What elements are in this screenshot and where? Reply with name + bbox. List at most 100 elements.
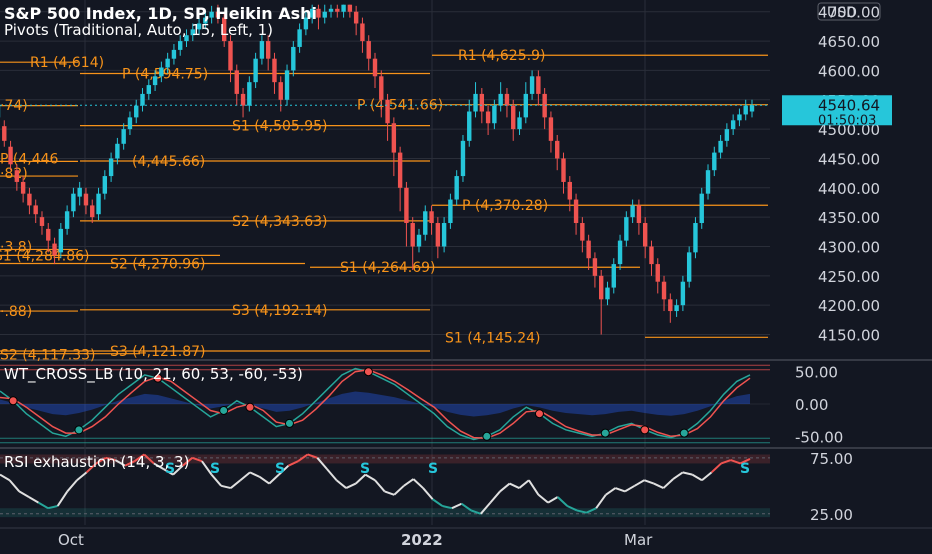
candle-body[interactable] — [291, 47, 295, 70]
candle-body[interactable] — [480, 94, 484, 112]
candle-body[interactable] — [241, 94, 245, 106]
candle-body[interactable] — [260, 41, 264, 59]
rsi-line-segment[interactable] — [394, 486, 404, 495]
candle-body[interactable] — [165, 59, 169, 68]
candle-body[interactable] — [341, 5, 345, 12]
candle-body[interactable] — [536, 76, 540, 94]
rsi-line-segment[interactable] — [260, 477, 270, 484]
candle-body[interactable] — [15, 170, 19, 182]
candle-body[interactable] — [52, 244, 56, 256]
candle-body[interactable] — [379, 76, 383, 99]
candle-body[interactable] — [599, 276, 603, 299]
wt-cross-dot[interactable] — [601, 429, 609, 437]
candle-body[interactable] — [115, 144, 119, 159]
candle-body[interactable] — [486, 112, 490, 124]
wt-cross-dot[interactable] — [220, 406, 228, 414]
candle-body[interactable] — [568, 182, 572, 200]
rsi-line-segment[interactable] — [346, 484, 356, 488]
rsi-line-segment[interactable] — [423, 488, 433, 499]
candle-body[interactable] — [712, 153, 716, 171]
time-axis[interactable]: Oct2022Mar — [0, 528, 932, 550]
candle-body[interactable] — [404, 188, 408, 223]
candle-body[interactable] — [235, 70, 239, 93]
rsi-line-segment[interactable] — [519, 480, 529, 488]
rsi-line-segment[interactable] — [529, 480, 539, 495]
candle-body[interactable] — [662, 282, 666, 300]
rsi-line-segment[interactable] — [38, 503, 48, 509]
candle-body[interactable] — [718, 141, 722, 153]
price-axis[interactable]: 4700.004650.004600.004550.004500.004450.… — [772, 0, 932, 358]
candle-body[interactable] — [348, 5, 352, 12]
candle-body[interactable] — [498, 94, 502, 106]
candle-body[interactable] — [693, 223, 697, 252]
rsi-line-segment[interactable] — [385, 491, 395, 494]
wt-cross-dot[interactable] — [364, 368, 372, 376]
rsi-line-segment[interactable] — [654, 484, 664, 488]
tradingview-chart[interactable]: R1 (4,614)P (4,594.75)S1 (4,505.95)(4,44… — [0, 0, 932, 550]
rsi-line-segment[interactable] — [510, 484, 520, 488]
wt-cross-dot[interactable] — [285, 419, 293, 427]
candle-body[interactable] — [593, 258, 597, 276]
rsi-line-segment[interactable] — [635, 480, 645, 486]
wt-cross-dot[interactable] — [535, 410, 543, 418]
wt-cross-dot[interactable] — [483, 432, 491, 440]
rsi-line-segment[interactable] — [327, 469, 337, 480]
candle-body[interactable] — [618, 241, 622, 264]
chart-canvas[interactable]: R1 (4,614)P (4,594.75)S1 (4,505.95)(4,44… — [0, 0, 932, 550]
candle-body[interactable] — [473, 94, 477, 112]
rsi-pane[interactable]: SSSSSS75.0025.00RSI exhaustion (14, 3, 3… — [0, 450, 932, 525]
candle-body[interactable] — [128, 117, 132, 129]
candle-body[interactable] — [253, 59, 257, 82]
rsi-line-segment[interactable] — [692, 475, 702, 481]
candle-body[interactable] — [121, 129, 125, 144]
candle-body[interactable] — [448, 200, 452, 223]
candle-body[interactable] — [228, 41, 232, 70]
candle-body[interactable] — [580, 223, 584, 241]
candle-body[interactable] — [454, 176, 458, 199]
rsi-line-segment[interactable] — [625, 486, 635, 492]
candle-body[interactable] — [373, 59, 377, 77]
candle-body[interactable] — [392, 123, 396, 152]
candle-body[interactable] — [147, 85, 151, 94]
candle-body[interactable] — [385, 100, 389, 123]
candle-body[interactable] — [649, 246, 653, 264]
candle-body[interactable] — [40, 217, 44, 226]
candle-body[interactable] — [134, 106, 138, 118]
candle-body[interactable] — [586, 241, 590, 259]
candle-body[interactable] — [555, 141, 559, 159]
rsi-line-segment[interactable] — [337, 480, 347, 488]
candle-body[interactable] — [71, 194, 75, 212]
candle-body[interactable] — [65, 211, 69, 229]
candle-body[interactable] — [84, 194, 88, 206]
candle-body[interactable] — [329, 9, 333, 12]
rsi-line-segment[interactable] — [490, 491, 500, 502]
candle-body[interactable] — [367, 41, 371, 59]
candle-body[interactable] — [436, 223, 440, 246]
candle-body[interactable] — [323, 12, 327, 18]
rsi-line-segment[interactable] — [673, 472, 683, 479]
rsi-line-segment[interactable] — [19, 491, 29, 497]
candle-body[interactable] — [549, 117, 553, 140]
candle-body[interactable] — [561, 158, 565, 181]
wt-cross-dot[interactable] — [641, 426, 649, 434]
candle-body[interactable] — [335, 9, 339, 12]
rsi-line-segment[interactable] — [596, 495, 606, 508]
rsi-line-segment[interactable] — [644, 480, 654, 483]
rsi-line-segment[interactable] — [221, 486, 231, 488]
candle-body[interactable] — [612, 264, 616, 287]
candle-body[interactable] — [2, 126, 6, 141]
candle-body[interactable] — [77, 188, 81, 197]
candle-body[interactable] — [674, 305, 678, 311]
candle-body[interactable] — [744, 106, 748, 115]
candle-body[interactable] — [530, 76, 534, 94]
candle-body[interactable] — [21, 182, 25, 194]
candle-body[interactable] — [429, 211, 433, 223]
rsi-line-segment[interactable] — [240, 472, 250, 480]
candle-body[interactable] — [668, 299, 672, 311]
candle-body[interactable] — [511, 106, 515, 129]
wt-cross-dot[interactable] — [680, 429, 688, 437]
candle-body[interactable] — [637, 205, 641, 223]
rsi-line-segment[interactable] — [10, 480, 20, 491]
candle-body[interactable] — [159, 67, 163, 76]
candle-body[interactable] — [605, 288, 609, 300]
